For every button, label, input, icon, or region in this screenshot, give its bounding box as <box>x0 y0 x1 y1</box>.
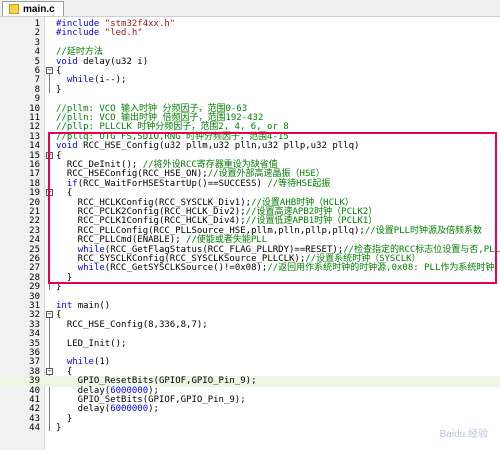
code-line[interactable]: 44} <box>0 423 500 434</box>
tab-label: main.c <box>23 3 55 15</box>
line-number: 44 <box>29 423 40 434</box>
code-text: } <box>56 423 61 434</box>
watermark-logo: Baidu 经验 <box>439 429 488 440</box>
tab-main-c[interactable]: main.c <box>2 1 64 16</box>
c-file-icon <box>9 4 19 14</box>
code-editor[interactable]: − − − − − 1 #include "stm32f4xx.h" 2 #include "… <box>0 17 500 450</box>
editor-tab-bar: main.c <box>0 0 500 17</box>
code-token: } <box>56 423 62 434</box>
